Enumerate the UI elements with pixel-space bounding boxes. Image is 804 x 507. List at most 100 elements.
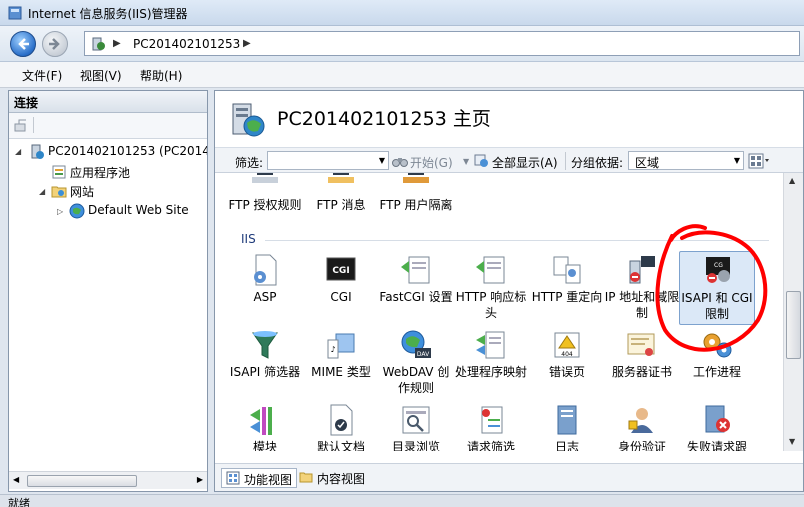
tree-label-server[interactable]: PC201402101253 (PC20140 <box>48 144 207 158</box>
scroll-up-icon[interactable]: ▲ <box>789 176 795 185</box>
feature-ftp-authz[interactable]: FTP FTP 授权规则 <box>227 173 303 213</box>
expand-triangle-icon[interactable]: ◢ <box>15 147 21 156</box>
feature-isapi-filters[interactable]: ISAPI 筛选器 <box>227 328 303 380</box>
filter-input[interactable]: ▼ <box>267 151 389 170</box>
directory-browsing-icon <box>402 406 430 434</box>
connections-pane: 连接 ◢ PC201402101253 (PC20140 应用程序池 ◢ 网站 … <box>8 90 208 492</box>
features-view-icon <box>226 471 240 485</box>
feature-error-pages[interactable]: 404 错误页 <box>529 328 605 380</box>
default-document-icon <box>330 404 353 436</box>
feature-logging[interactable]: 日志 <box>529 403 605 451</box>
window-title: Internet 信息服务(IIS)管理器 <box>28 7 188 21</box>
show-all-icon <box>474 154 488 167</box>
feature-asp[interactable]: ASP <box>227 253 303 305</box>
group-divider <box>265 240 769 241</box>
feature-http-redirect[interactable]: HTTP 重定向 <box>529 253 605 305</box>
breadcrumb-separator[interactable]: ▶ <box>113 38 121 49</box>
show-all-button[interactable]: 全部显示(A) <box>492 154 558 171</box>
webdav-icon: DAV <box>401 330 431 358</box>
page-title: PC201402101253 主页 <box>277 108 491 130</box>
breadcrumb-separator-end[interactable]: ▶ <box>243 38 251 49</box>
iis-app-icon <box>8 6 22 20</box>
scroll-thumb[interactable] <box>786 291 801 359</box>
start-button[interactable]: 开始(G) <box>410 154 453 171</box>
filter-bar: 筛选: ▼ 开始(G) ▼ 全部显示(A) 分组依据: 区域 ▼ <box>215 147 803 173</box>
ftp-icon: FTP <box>328 173 354 183</box>
feature-modules[interactable]: 模块 <box>227 403 303 451</box>
group-by-label: 分组依据: <box>571 156 624 170</box>
title-bar: Internet 信息服务(IIS)管理器 <box>0 0 804 26</box>
svg-text:FTP: FTP <box>336 173 347 174</box>
feature-ip-domain-restrictions[interactable]: IP 地址和域限制 <box>604 253 680 321</box>
scroll-thumb[interactable] <box>27 475 137 487</box>
feature-directory-browsing[interactable]: 目录浏览 <box>378 403 454 451</box>
back-button[interactable] <box>10 31 36 57</box>
expand-triangle-icon[interactable]: ◢ <box>39 187 45 196</box>
server-home-icon <box>232 103 265 137</box>
scroll-right-icon[interactable]: ▶ <box>197 475 203 484</box>
tab-features-view[interactable]: 功能视图 <box>221 468 298 488</box>
feature-failed-request-tracing[interactable]: 失败请求跟 <box>679 403 755 451</box>
scroll-left-icon[interactable]: ◀ <box>13 475 19 484</box>
modules-icon <box>250 407 272 435</box>
svg-text:FTP: FTP <box>411 173 422 174</box>
request-filtering-icon <box>481 406 503 434</box>
dropdown-arrow-icon[interactable]: ▼ <box>734 156 740 165</box>
isapi-filters-icon <box>252 331 278 359</box>
status-bar: 就绪 <box>0 494 804 507</box>
content-view-icon <box>299 472 313 483</box>
tree-label-app-pools[interactable]: 应用程序池 <box>70 164 130 181</box>
forward-button[interactable] <box>42 31 68 57</box>
feature-isapi-cgi-restrictions[interactable]: CG ISAPI 和 CGI 限制 <box>679 251 755 325</box>
feature-request-filtering[interactable]: 请求筛选 <box>453 403 529 451</box>
feature-cgi[interactable]: CGI CGI <box>303 253 379 305</box>
feature-ftp-user-isolation[interactable]: FTP FTP 用户隔离 <box>378 173 454 213</box>
feature-server-certificates[interactable]: 服务器证书 <box>604 328 680 380</box>
feature-authentication[interactable]: 身份验证 <box>604 403 680 451</box>
tree-label-default-site[interactable]: Default Web Site <box>88 203 189 217</box>
collapsed-triangle-icon[interactable]: ▷ <box>57 207 63 216</box>
connect-icon[interactable] <box>13 118 29 134</box>
feature-handler-mappings[interactable]: 处理程序映射 <box>453 328 529 380</box>
features-vscrollbar[interactable]: ▲ ▼ <box>783 173 803 451</box>
feature-fastcgi[interactable]: FastCGI 设置 <box>378 253 454 305</box>
status-text: 就绪 <box>8 497 30 507</box>
menu-file[interactable]: 文件(F) <box>22 67 62 84</box>
tab-content-label: 内容视图 <box>317 472 366 486</box>
dropdown-arrow-icon[interactable]: ▼ <box>379 156 385 165</box>
feature-http-response-headers[interactable]: HTTP 响应标头 <box>453 253 529 321</box>
menu-help[interactable]: 帮助(H) <box>140 67 182 84</box>
ftp-icon: FTP <box>252 173 278 183</box>
filter-label: 筛选: <box>235 156 264 170</box>
breadcrumb-server[interactable]: PC201402101253 <box>133 37 240 51</box>
feature-worker-processes[interactable]: 工作进程 <box>679 328 755 380</box>
group-heading-iis: IIS <box>241 232 256 246</box>
connections-tree: ◢ PC201402101253 (PC20140 应用程序池 ◢ 网站 ▷ D… <box>9 139 207 465</box>
globe-icon <box>69 203 85 219</box>
feature-default-document[interactable]: 默认文档 <box>303 403 379 451</box>
group-by-value: 区域 <box>635 156 660 170</box>
ip-restrictions-icon <box>629 256 655 284</box>
svg-text:CGI: CGI <box>332 266 349 276</box>
tree-label-sites[interactable]: 网站 <box>70 183 94 200</box>
feature-ftp-messages[interactable]: FTP FTP 消息 <box>303 173 379 213</box>
navigation-bar: ▶ PC201402101253 ▶ <box>0 26 804 62</box>
ftp-icon: FTP <box>403 173 429 183</box>
http-headers-icon <box>476 256 505 284</box>
view-mode-icon[interactable] <box>748 153 770 169</box>
scroll-down-icon[interactable]: ▼ <box>789 437 795 446</box>
sites-folder-icon <box>51 186 67 198</box>
menu-view[interactable]: 视图(V) <box>80 67 122 84</box>
authentication-icon <box>628 408 653 433</box>
forward-arrow-icon <box>49 38 60 50</box>
fastcgi-icon <box>401 256 430 284</box>
connections-hscrollbar[interactable]: ◀ ▶ <box>9 471 207 489</box>
start-dropdown-icon[interactable]: ▼ <box>463 157 469 166</box>
address-bar[interactable]: ▶ PC201402101253 ▶ <box>84 31 800 56</box>
feature-webdav-authoring-rules[interactable]: DAV WebDAV 创作规则 <box>378 328 454 396</box>
logging-icon <box>557 405 577 435</box>
connections-header: 连接 <box>9 91 207 113</box>
group-by-select[interactable]: 区域 ▼ <box>628 151 744 170</box>
tab-content-view[interactable]: 内容视图 <box>295 468 369 488</box>
feature-mime-types[interactable]: ♪ MIME 类型 <box>303 328 379 380</box>
